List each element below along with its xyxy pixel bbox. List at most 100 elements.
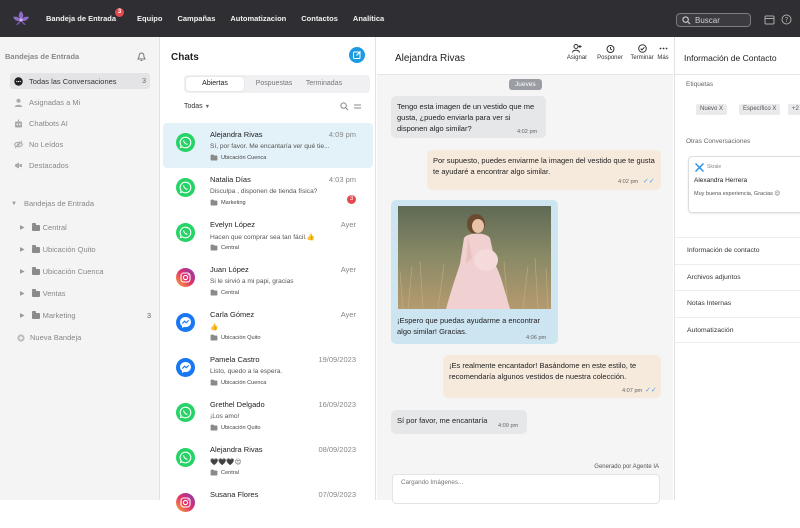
- nav-automation[interactable]: Automatizacion: [230, 14, 286, 23]
- chat-list-item[interactable]: Grethel Delgado 16/09/2023 ¡Los amo! Ubicac…: [163, 393, 373, 438]
- contact-info-title: Información de Contacto: [684, 53, 777, 63]
- inbox-item-marketing[interactable]: ▶ Marketing 3: [20, 311, 151, 320]
- message-time: 4:06 pm: [526, 335, 547, 341]
- label-chip-nuevo[interactable]: Nuevo X: [696, 104, 728, 115]
- conversation-panel: Alejandra Rivas Asignar Posponer Termina…: [377, 37, 673, 504]
- instagram-icon: [176, 493, 195, 512]
- eye-off-icon: [14, 140, 23, 148]
- inbox-item-ventas[interactable]: ▶ Ventas: [20, 289, 66, 298]
- inbox-sidebar: Bandejas de Entrada Todas las Conversaci…: [0, 37, 160, 500]
- whatsapp-icon: [176, 133, 195, 152]
- folder-icon: [210, 379, 218, 386]
- tab-snoozed[interactable]: Pospuestas: [244, 77, 304, 91]
- messenger-icon: [176, 313, 195, 332]
- chat-time: Ayer: [340, 220, 356, 229]
- assign-button[interactable]: Asignar: [562, 44, 592, 61]
- chat-list-item[interactable]: Alejandra Rivas 4:09 pm Sí, por favor. Me …: [163, 123, 373, 168]
- section-automation[interactable]: Automatización: [675, 317, 800, 343]
- generated-by-label: Generado por Agente IA: [594, 464, 659, 470]
- day-separator: Jueves: [509, 79, 542, 90]
- nav-team[interactable]: Equipo: [137, 14, 162, 23]
- more-dots-icon: [659, 47, 667, 50]
- sort-icon[interactable]: [353, 102, 362, 111]
- chat-preview: Hacen que comprar sea tan fácil.👍: [210, 234, 315, 241]
- messenger-icon: [176, 358, 195, 377]
- more-button[interactable]: Más: [651, 44, 675, 61]
- chat-preview: 🖤🖤🖤😍: [210, 459, 242, 466]
- chat-list-item[interactable]: Natalia Días 4:03 pm Disculpa , disponen d…: [163, 168, 373, 213]
- snooze-button[interactable]: Posponer: [595, 44, 625, 61]
- nav-analytics[interactable]: Analítica: [353, 14, 384, 23]
- app-logo-icon[interactable]: [10, 8, 32, 30]
- chat-list-item[interactable]: Susana Flores 07/09/2023: [163, 483, 373, 528]
- chat-inbox-tag: Central: [210, 289, 239, 296]
- chat-list-item[interactable]: Pamela Castro 19/09/2023 Listo, quedo a la…: [163, 348, 373, 393]
- assign-user-icon: [572, 44, 582, 53]
- chat-bubble-icon: [14, 76, 23, 86]
- other-conversation-card[interactable]: Skrale Alexandra Herrera Muy buena exper…: [688, 156, 800, 213]
- chat-time: 4:03 pm: [328, 175, 356, 184]
- inbox-item-quito[interactable]: ▶ Ubicación Quito: [20, 245, 96, 254]
- section-contact-info[interactable]: Información de contacto: [675, 237, 800, 263]
- sidebar-header: Bandejas de Entrada: [5, 52, 80, 61]
- bell-icon[interactable]: [137, 52, 146, 62]
- chat-preview: ¡Los amo!: [210, 413, 240, 420]
- chat-contact-name: Natalia Días: [210, 175, 251, 184]
- sidebar-item-unread[interactable]: No Leídos: [10, 136, 150, 152]
- chat-inbox-tag: Ubicación Cuenca: [210, 154, 266, 161]
- whatsapp-icon: [176, 403, 195, 422]
- folder-icon: [210, 154, 218, 161]
- megaphone-icon: [15, 162, 22, 168]
- folder-icon: [210, 244, 218, 251]
- folder-icon: [210, 199, 218, 206]
- unread-badge: 3: [347, 195, 356, 204]
- folder-icon: [31, 245, 40, 253]
- tab-open[interactable]: Abiertas: [186, 77, 244, 91]
- caret-right-icon: ▶: [20, 269, 25, 275]
- search-icon[interactable]: [340, 102, 349, 111]
- chat-inbox-tag: Central: [210, 244, 239, 251]
- label-chip-more[interactable]: +2: [788, 104, 800, 115]
- label-chip-especifico[interactable]: Específico X: [739, 104, 781, 115]
- chat-list-item[interactable]: Juan López Ayer Si le sirvió a mi papi, gr…: [163, 258, 373, 303]
- conversation-header: Alejandra Rivas Asignar Posponer Termina…: [377, 37, 673, 75]
- search-icon: [682, 15, 691, 24]
- chat-list-item[interactable]: Alejandra Rivas 08/09/2023 🖤🖤🖤😍 Central: [163, 438, 373, 483]
- dress-photo[interactable]: [398, 206, 551, 309]
- chat-time: 07/09/2023: [318, 490, 356, 499]
- nav-inbox[interactable]: Bandeja de Entrada 3: [46, 8, 125, 23]
- section-attachments[interactable]: Archivos adjuntos: [675, 264, 800, 290]
- calendar-icon[interactable]: [764, 14, 775, 25]
- chat-time: 08/09/2023: [318, 445, 356, 454]
- chat-list-item[interactable]: Evelyn López Ayer Hacen que comprar sea ta…: [163, 213, 373, 258]
- check-circle-icon: [637, 44, 647, 53]
- tab-closed[interactable]: Terminadas: [304, 77, 344, 91]
- chat-contact-name: Grethel Delgado: [210, 400, 265, 409]
- message-incoming: Sí por favor, me encantaría: [391, 410, 527, 434]
- nav-contacts[interactable]: Contactos: [301, 14, 338, 23]
- section-internal-notes[interactable]: Notas Internas: [675, 290, 800, 316]
- sidebar-item-all-conversations[interactable]: Todas las Conversaciones 3: [10, 73, 150, 89]
- chat-inbox-tag: Central: [210, 469, 239, 476]
- sidebar-item-featured[interactable]: Destacados: [10, 157, 150, 173]
- chat-list-item[interactable]: Carla Gómez Ayer 👍 Ubicación Quito: [163, 303, 373, 348]
- chat-contact-name: Alejandra Rivas: [210, 445, 263, 454]
- compose-button[interactable]: [349, 47, 365, 63]
- help-icon[interactable]: ?: [781, 14, 792, 25]
- other-conversations-title: Otras Conversaciones: [686, 138, 751, 145]
- folder-icon: [31, 267, 40, 275]
- sidebar-item-chatbots[interactable]: Chatbots AI: [10, 115, 150, 131]
- inbox-item-cuenca[interactable]: ▶ Ubicación Cuenca: [20, 267, 104, 276]
- chat-inbox-tag: Ubicación Cuenca: [210, 379, 266, 386]
- sidebar-item-assigned[interactable]: Asignadas a Mi: [10, 94, 150, 110]
- inboxes-section-header[interactable]: ▼ Bandejas de Entrada: [11, 199, 94, 208]
- chat-preview: 👍: [210, 324, 219, 331]
- filter-dropdown[interactable]: Todas ▼: [184, 103, 210, 110]
- search-input[interactable]: Buscar: [676, 13, 751, 27]
- new-inbox-button[interactable]: Nueva Bandeja: [17, 333, 81, 342]
- chat-inbox-tag: Marketing: [210, 199, 246, 206]
- whatsapp-icon: [176, 448, 195, 467]
- nav-campaigns[interactable]: Campañas: [177, 14, 215, 23]
- inbox-item-central[interactable]: ▶ Central: [20, 223, 67, 232]
- chat-time: Ayer: [340, 310, 356, 319]
